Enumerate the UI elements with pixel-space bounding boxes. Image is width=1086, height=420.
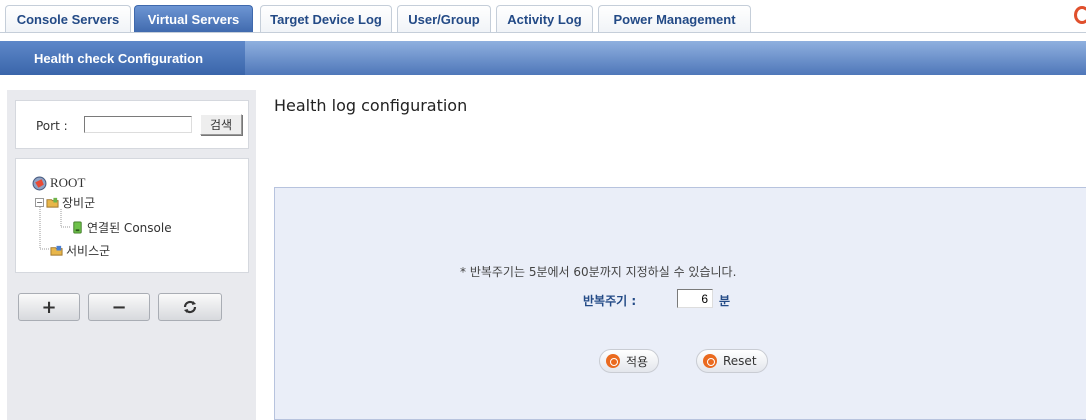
cycle-input[interactable] [677, 289, 713, 308]
remove-node-button[interactable]: − [88, 293, 150, 321]
apply-button[interactable]: 적용 [599, 349, 660, 373]
apply-icon [606, 354, 620, 368]
tab-divider [0, 32, 1086, 33]
cycle-unit: 분 [719, 294, 731, 308]
root-globe-icon [32, 176, 47, 190]
console-device-icon [73, 221, 82, 234]
tab-power-management[interactable]: Power Management [598, 5, 751, 33]
port-label: Port : [36, 119, 68, 133]
cycle-label: 반복주기 : [583, 294, 637, 308]
tab-console-servers[interactable]: Console Servers [5, 5, 131, 33]
port-search-input[interactable] [84, 116, 192, 133]
cycle-note: * 반복주기는 5분에서 60분까지 지정하실 수 있습니다. [460, 265, 737, 279]
tree-node-connected-console[interactable]: 연결된 Console [71, 219, 172, 236]
logo-icon [1074, 6, 1086, 24]
tree-root-label: ROOT [50, 175, 86, 190]
device-tree: ROOT − 장비군 연결된 Console 서비스군 [15, 158, 249, 273]
port-search-box: Port : 검색 [15, 100, 249, 149]
power-icon [703, 354, 717, 368]
service-folder-icon [50, 245, 63, 256]
refresh-button[interactable] [158, 293, 222, 321]
apply-button-label: 적용 [626, 354, 649, 369]
tree-node-service-group[interactable]: 서비스군 [50, 242, 110, 259]
tree-root[interactable]: ROOT [32, 175, 85, 191]
collapse-toggle-icon[interactable]: − [35, 198, 44, 207]
reset-button-label: Reset [723, 354, 757, 368]
folder-icon [46, 197, 59, 208]
tree-node-service-group-label: 서비스군 [66, 244, 111, 258]
top-tab-bar: Console Servers Virtual Servers Target D… [0, 0, 1086, 33]
reset-button[interactable]: Reset [696, 349, 768, 373]
tab-activity-log[interactable]: Activity Log [496, 5, 593, 33]
subnav-health-check-configuration[interactable]: Health check Configuration [0, 41, 245, 75]
tree-node-connected-console-label: 연결된 Console [87, 221, 172, 235]
left-sidebar: Port : 검색 ROOT − 장비군 연결된 Console 서비스군 + … [7, 90, 256, 420]
tree-node-device-group[interactable]: − 장비군 [35, 194, 95, 211]
tab-target-device-log[interactable]: Target Device Log [260, 5, 392, 33]
add-node-button[interactable]: + [18, 293, 80, 321]
search-button[interactable]: 검색 [200, 114, 242, 135]
refresh-icon [183, 300, 197, 314]
sub-nav-bar: Health check Configuration [0, 41, 1086, 75]
health-config-panel: * 반복주기는 5분에서 60분까지 지정하실 수 있습니다. 반복주기 : 분… [274, 187, 1086, 420]
page-title: Health log configuration [274, 96, 468, 115]
tree-node-device-group-label: 장비군 [62, 196, 96, 210]
tab-virtual-servers[interactable]: Virtual Servers [134, 5, 253, 33]
tab-user-group[interactable]: User/Group [397, 5, 491, 33]
